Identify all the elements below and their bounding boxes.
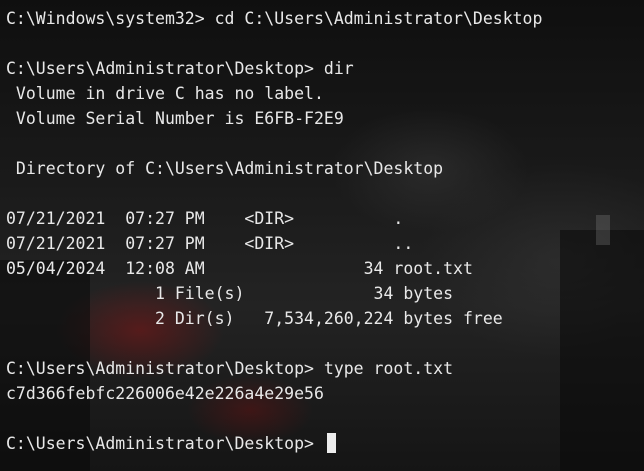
terminal-prompt-line[interactable]: C:\Users\Administrator\Desktop> (6, 431, 644, 456)
terminal-cursor[interactable] (326, 433, 336, 453)
terminal-line: 07/21/2021 07:27 PM <DIR> .. (6, 234, 414, 253)
terminal-line: Volume in drive C has no label. (6, 84, 324, 103)
terminal-line: c7d366febfc226006e42e226a4e29e56 (6, 384, 324, 403)
terminal-line: 1 File(s) 34 bytes (6, 284, 454, 303)
terminal-line: 05/04/2024 12:08 AM 34 root.txt (6, 259, 473, 278)
terminal-prompt: C:\Users\Administrator\Desktop> (6, 434, 324, 453)
terminal-window[interactable]: C:\Windows\system32> cd C:\Users\Adminis… (0, 0, 644, 471)
terminal-line: Volume Serial Number is E6FB-F2E9 (6, 109, 344, 128)
terminal-line: 2 Dir(s) 7,534,260,224 bytes free (6, 309, 503, 328)
terminal-line: 07/21/2021 07:27 PM <DIR> . (6, 209, 404, 228)
terminal-line: Directory of C:\Users\Administrator\Desk… (6, 159, 444, 178)
terminal-line: C:\Users\Administrator\Desktop> type roo… (6, 359, 454, 378)
terminal-line: C:\Windows\system32> cd C:\Users\Adminis… (6, 9, 543, 28)
terminal-line: C:\Users\Administrator\Desktop> dir (6, 59, 354, 78)
